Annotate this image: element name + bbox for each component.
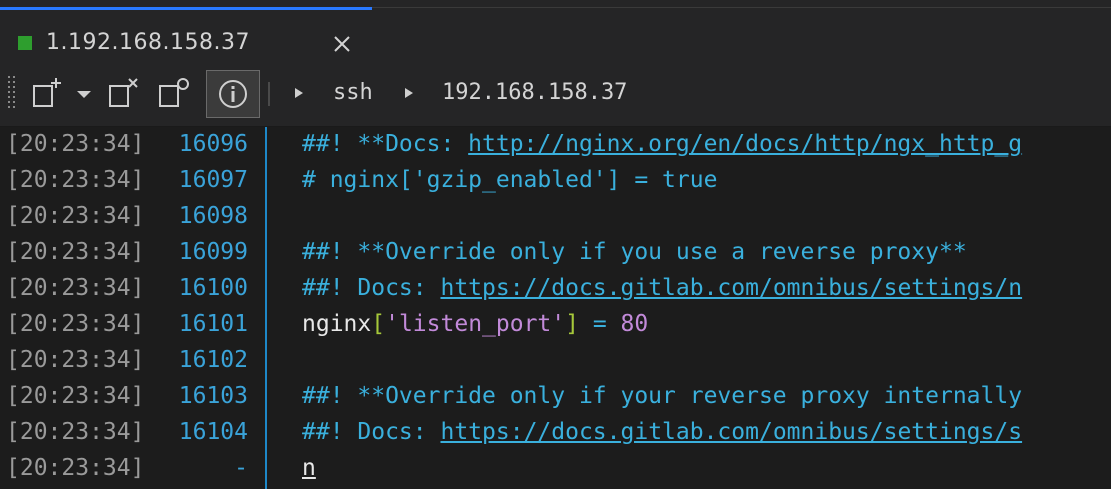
line-number: 16102 [178,347,248,373]
code-line: ##! Docs: https://docs.gitlab.com/omnibu… [302,275,1022,301]
terminal-row: [20:23:34] 16104 ##! Docs: https://docs.gi… [0,415,1111,451]
line-number: 16101 [178,311,248,337]
terminal-row: [20:23:34] 16103 ##! **Override only if yo… [0,379,1111,415]
toolbar-separator [268,82,270,106]
breadcrumb-host[interactable]: 192.168.158.37 [442,80,627,105]
terminal-row: [20:23:34] 16100 ##! Docs: https://docs.gi… [0,271,1111,307]
line-number: 16096 [178,131,248,157]
timestamp: [20:23:34] [6,419,145,445]
timestamp: [20:23:34] [6,167,145,193]
terminal-row: [20:23:34] 16101 nginx['listen_port'] = 80 [0,307,1111,343]
timestamp: [20:23:34] [6,275,145,301]
code-token: ] [565,311,579,337]
breadcrumb-arrow-icon [405,88,413,98]
line-number: 16104 [178,419,248,445]
code-token: ##! **Override only if your reverse prox… [302,383,1023,409]
info-icon [219,80,247,108]
line-number: - [234,455,248,481]
close-tab-icon[interactable] [106,76,142,112]
timestamp: [20:23:34] [6,383,145,409]
code-token: ##! **Override only if you use a reverse… [302,239,967,265]
code-line: # nginx['gzip_enabled'] = true [302,167,717,193]
line-number: 16100 [178,275,248,301]
new-tab-icon[interactable] [30,76,66,112]
line-number: 16103 [178,383,248,409]
split-icon[interactable] [156,76,192,112]
docs-link[interactable]: http://nginx.org/en/docs/http/ngx_http_g [468,131,1022,157]
code-line: ##! Docs: https://docs.gitlab.com/omnibu… [302,419,1022,445]
line-number: 16099 [178,239,248,265]
terminal-row: [20:23:34] 16099 ##! **Override only if yo… [0,235,1111,271]
terminal-row: [20:23:34] - n [0,451,1111,487]
code-token: ##! **Docs: [302,131,469,157]
code-token: 'listen_port' [385,311,566,337]
tab-title: 1.192.168.158.37 [46,30,250,55]
breadcrumb-ssh[interactable]: ssh [333,80,373,105]
tab-session[interactable]: 1.192.168.158.37 [0,10,372,64]
timestamp: [20:23:34] [6,239,145,265]
grip-icon[interactable] [7,74,17,114]
terminal-output[interactable]: [20:23:34] 16096 ##! **Docs: http://nginx.… [0,127,1111,489]
close-icon[interactable] [330,32,354,56]
code-line: ##! **Override only if you use a reverse… [302,239,967,265]
line-number: 16098 [178,203,248,229]
line-number: 16097 [178,167,248,193]
terminal-row: [20:23:34] 16096 ##! **Docs: http://nginx.… [0,127,1111,163]
code-line: nginx['listen_port'] = 80 [302,311,648,337]
code-line: n [302,455,316,481]
code-token: 80 [620,311,649,337]
toolbar: ssh 192.168.158.37 [0,64,1111,127]
timestamp: [20:23:34] [6,455,145,481]
timestamp: [20:23:34] [6,131,145,157]
code-token: ##! Docs: [302,275,441,301]
code-token: # nginx['gzip_enabled'] = true [302,167,718,193]
code-line: ##! **Override only if your reverse prox… [302,383,1022,409]
info-button[interactable] [206,70,260,118]
dropdown-arrow-icon[interactable] [74,76,94,112]
tab-bar-divider [372,7,1111,8]
docs-link[interactable]: https://docs.gitlab.com/omnibus/settings… [440,419,1022,445]
terminal-row: [20:23:34] 16098 [0,199,1111,235]
connection-status-icon [18,36,32,50]
code-token: ##! Docs: [302,419,441,445]
tab-bar: 1.192.168.158.37 [0,0,1111,64]
breadcrumb-arrow-icon [295,88,303,98]
code-token: [ [371,311,386,337]
timestamp: [20:23:34] [6,311,145,337]
code-line: ##! **Docs: http://nginx.org/en/docs/htt… [302,131,1022,157]
code-token: nginx [302,311,372,337]
docs-link[interactable]: https://docs.gitlab.com/omnibus/settings… [440,275,1022,301]
code-token: = [578,311,621,337]
terminal-row: [20:23:34] 16097 # nginx['gzip_enabled'] =… [0,163,1111,199]
timestamp: [20:23:34] [6,203,145,229]
timestamp: [20:23:34] [6,347,145,373]
terminal-row: [20:23:34] 16102 [0,343,1111,379]
code-token: n [302,455,316,481]
